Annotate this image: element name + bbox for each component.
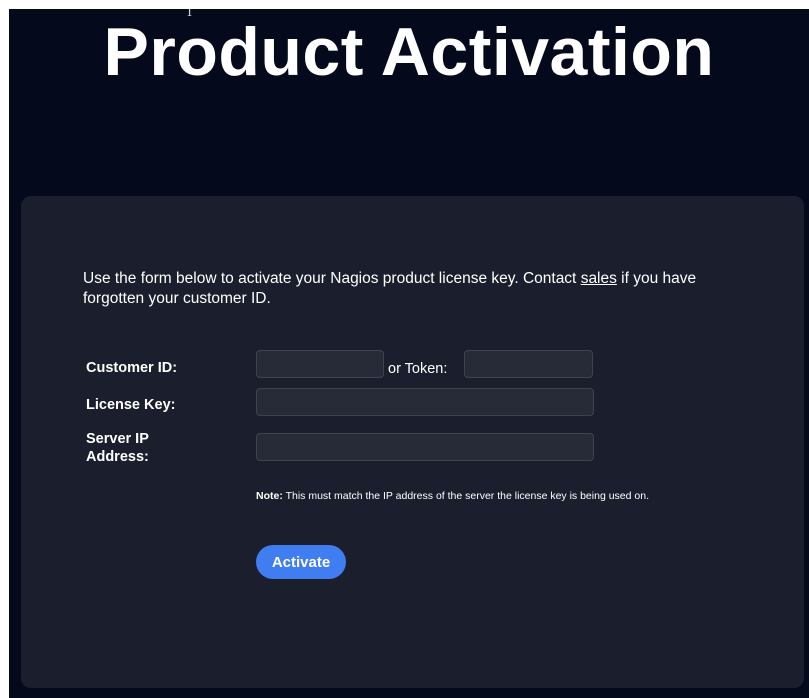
page-title: Product Activation <box>103 14 715 90</box>
server-ip-label: Server IP Address: <box>86 431 149 465</box>
customer-id-input[interactable] <box>256 350 384 378</box>
or-token-label: or Token: <box>388 361 448 377</box>
server-ip-input[interactable] <box>256 433 594 461</box>
ip-note: Note: This must match the IP address of … <box>256 490 706 503</box>
note-text: This must match the IP address of the se… <box>282 490 649 502</box>
sales-link[interactable]: sales <box>581 270 617 287</box>
token-input[interactable] <box>464 350 593 378</box>
activation-card: Use the form below to activate your Nagi… <box>21 196 804 688</box>
intro-text: Use the form below to activate your Nagi… <box>83 269 743 309</box>
note-label: Note: <box>256 490 283 502</box>
license-key-input[interactable] <box>256 388 594 416</box>
page-background: I Product Activation Use the form below … <box>9 9 809 698</box>
customer-id-label: Customer ID: <box>86 360 178 376</box>
license-key-label: License Key: <box>86 397 176 413</box>
intro-text-start: Use the form below to activate your Nagi… <box>83 270 581 287</box>
activate-button[interactable]: Activate <box>256 545 346 579</box>
